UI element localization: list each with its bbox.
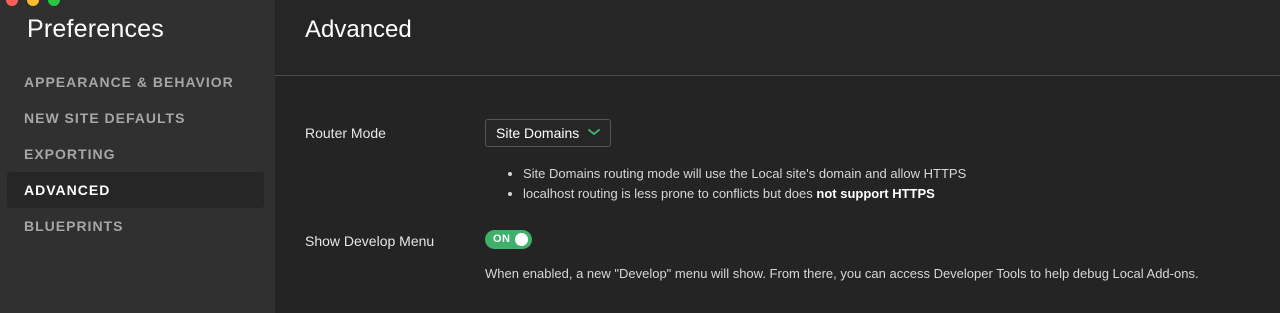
chevron-down-icon xyxy=(588,129,600,135)
sidebar-item-exporting[interactable]: EXPORTING xyxy=(7,136,264,172)
close-window-button[interactable] xyxy=(6,0,18,6)
router-mode-label: Router Mode xyxy=(305,125,386,141)
list-item: localhost routing is less prone to confl… xyxy=(523,184,966,204)
router-note-text: Site Domains routing mode will use the L… xyxy=(523,166,967,181)
sidebar-item-advanced[interactable]: ADVANCED xyxy=(7,172,264,208)
show-develop-menu-label: Show Develop Menu xyxy=(305,233,435,249)
sidebar-item-appearance-behavior[interactable]: APPEARANCE & BEHAVIOR xyxy=(7,64,264,100)
sidebar-title: Preferences xyxy=(27,15,164,43)
router-mode-selected-value: Site Domains xyxy=(496,125,580,141)
preferences-window: Preferences APPEARANCE & BEHAVIOR NEW SI… xyxy=(0,0,1280,313)
main-panel: Advanced Router Mode Site Domains Site D… xyxy=(275,0,1280,313)
window-controls xyxy=(6,0,60,6)
sidebar-item-new-site-defaults[interactable]: NEW SITE DEFAULTS xyxy=(7,100,264,136)
router-mode-notes: Site Domains routing mode will use the L… xyxy=(505,164,966,204)
toggle-knob xyxy=(515,233,528,246)
show-develop-menu-toggle[interactable]: ON xyxy=(485,230,532,249)
maximize-window-button[interactable] xyxy=(48,0,60,6)
sidebar-item-blueprints[interactable]: BLUEPRINTS xyxy=(7,208,264,244)
page-title: Advanced xyxy=(305,16,412,43)
preferences-nav: APPEARANCE & BEHAVIOR NEW SITE DEFAULTS … xyxy=(7,64,264,244)
router-note-emphasis: not support HTTPS xyxy=(816,186,935,201)
list-item: Site Domains routing mode will use the L… xyxy=(523,164,966,184)
develop-menu-description: When enabled, a new "Develop" menu will … xyxy=(485,266,1199,281)
router-mode-select[interactable]: Site Domains xyxy=(485,119,611,147)
sidebar: Preferences APPEARANCE & BEHAVIOR NEW SI… xyxy=(0,0,275,313)
toggle-state-label: ON xyxy=(493,233,511,245)
router-note-text: localhost routing is less prone to confl… xyxy=(523,186,813,201)
minimize-window-button[interactable] xyxy=(27,0,39,6)
